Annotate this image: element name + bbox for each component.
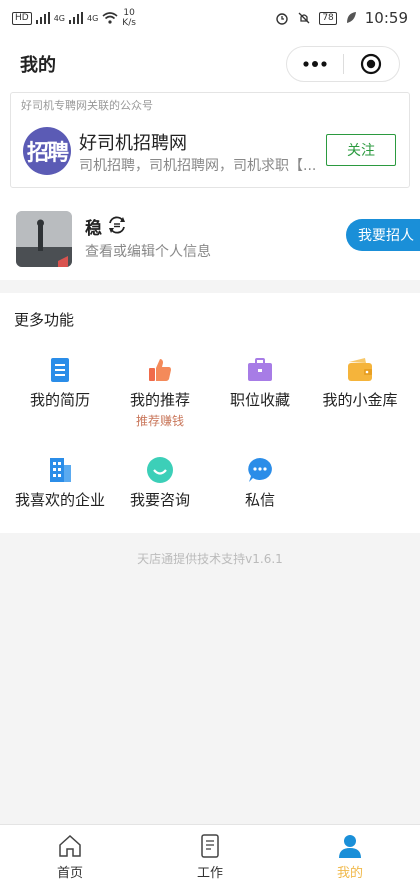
- document-icon: [201, 834, 219, 858]
- message-bubble-icon: [248, 458, 272, 482]
- smile-chat-icon: [147, 457, 173, 483]
- building-icon: [50, 458, 71, 482]
- top-section: 好司机专聘网关联的公众号 招聘 好司机招聘网 司机招聘，司机招聘网，司机求职【.…: [0, 92, 420, 280]
- tab-work[interactable]: 工作: [140, 825, 280, 887]
- hd-badge: HD: [12, 11, 32, 25]
- tab-home[interactable]: 首页: [0, 825, 140, 887]
- tab-label: 我的: [336, 866, 363, 881]
- feature-consult[interactable]: 我要咨询: [110, 455, 210, 510]
- feature-label: 私信: [244, 491, 275, 509]
- mute-icon: [298, 12, 310, 24]
- battery-level: 78: [319, 11, 337, 25]
- speed-value: 10: [123, 8, 135, 18]
- feature-recommend[interactable]: 我的推荐 推荐赚钱: [110, 355, 210, 429]
- resume-icon: [51, 358, 69, 382]
- tab-label: 工作: [196, 866, 223, 881]
- user-name: 稳: [85, 219, 102, 239]
- recruit-button[interactable]: 我要招人: [346, 219, 420, 251]
- home-icon: [59, 834, 81, 857]
- avatar[interactable]: [16, 211, 72, 267]
- feature-sublabel: 推荐赚钱: [135, 414, 184, 428]
- feature-label: 职位收藏: [229, 391, 290, 409]
- feature-label: 我喜欢的企业: [14, 491, 105, 509]
- more-features-section: 更多功能 我的简历 我的推荐 推荐赚钱 职位收藏 我的小金库 我喜欢的企业 我要…: [0, 293, 420, 533]
- page-title: 我的: [20, 55, 56, 76]
- switch-role-icon[interactable]: [106, 214, 128, 236]
- feature-favorites[interactable]: 职位收藏: [210, 355, 310, 410]
- feature-private-message[interactable]: 私信: [210, 455, 310, 510]
- alarm-icon: [276, 13, 289, 25]
- clock-time: 10:59: [364, 9, 408, 27]
- tech-support-credit: 天店通提供技术支持v1.6.1: [137, 552, 283, 566]
- signal-icon: [35, 12, 50, 24]
- official-account-logo: 招聘: [23, 127, 71, 175]
- network-badge-2: 4G: [87, 13, 99, 23]
- wallet-icon: [348, 358, 372, 381]
- status-left: HD 4G 4G 10 K/s: [12, 8, 136, 28]
- feature-resume[interactable]: 我的简历: [10, 355, 110, 410]
- feature-label: 我的小金库: [322, 391, 398, 409]
- feature-wallet[interactable]: 我的小金库: [310, 355, 410, 410]
- follow-button[interactable]: 关注: [326, 134, 396, 166]
- official-account-description: 司机招聘，司机招聘网，司机求职【...: [79, 158, 317, 174]
- leaf-icon: [346, 12, 356, 23]
- status-right: 78 10:59: [275, 9, 408, 27]
- navigation-bar: 我的: [0, 36, 420, 92]
- official-account-card[interactable]: 好司机专聘网关联的公众号 招聘 好司机招聘网 司机招聘，司机招聘网，司机求职【.…: [10, 92, 410, 188]
- target-close-icon: [361, 53, 382, 75]
- speed-unit: K/s: [122, 18, 136, 28]
- signal-icon: [69, 12, 83, 24]
- more-menu-button[interactable]: [287, 47, 343, 81]
- wifi-icon: [102, 12, 118, 24]
- thumbs-up-icon: [149, 359, 171, 381]
- mini-program-capsule: [286, 46, 400, 82]
- tab-label: 首页: [56, 866, 83, 881]
- feature-label: 我的推荐: [129, 391, 190, 409]
- avatar-photo: [16, 211, 72, 267]
- status-bar: HD 4G 4G 10 K/s 78 10:59: [0, 0, 420, 36]
- network-badge-1: 4G: [53, 13, 65, 23]
- official-account-name: 好司机招聘网: [79, 133, 187, 154]
- edit-profile-hint[interactable]: 查看或编辑个人信息: [85, 241, 211, 261]
- feature-label: 我的简历: [29, 391, 90, 409]
- profile-row[interactable]: 稳 查看或编辑个人信息 我要招人: [0, 208, 420, 280]
- person-icon: [339, 835, 361, 858]
- bottom-tab-bar: 首页 工作 我的: [0, 824, 420, 887]
- logo-text: 招聘: [26, 141, 69, 166]
- feature-label: 我要咨询: [129, 491, 190, 509]
- briefcase-icon: [248, 358, 272, 381]
- tab-mine[interactable]: 我的: [280, 825, 420, 887]
- network-speed: 10 K/s: [122, 8, 136, 28]
- feature-favorite-companies[interactable]: 我喜欢的企业: [10, 455, 110, 510]
- close-program-button[interactable]: [344, 47, 400, 81]
- more-dots-icon: [303, 61, 327, 67]
- official-account-caption: 好司机专聘网关联的公众号: [21, 99, 153, 112]
- section-title: 更多功能: [14, 311, 75, 329]
